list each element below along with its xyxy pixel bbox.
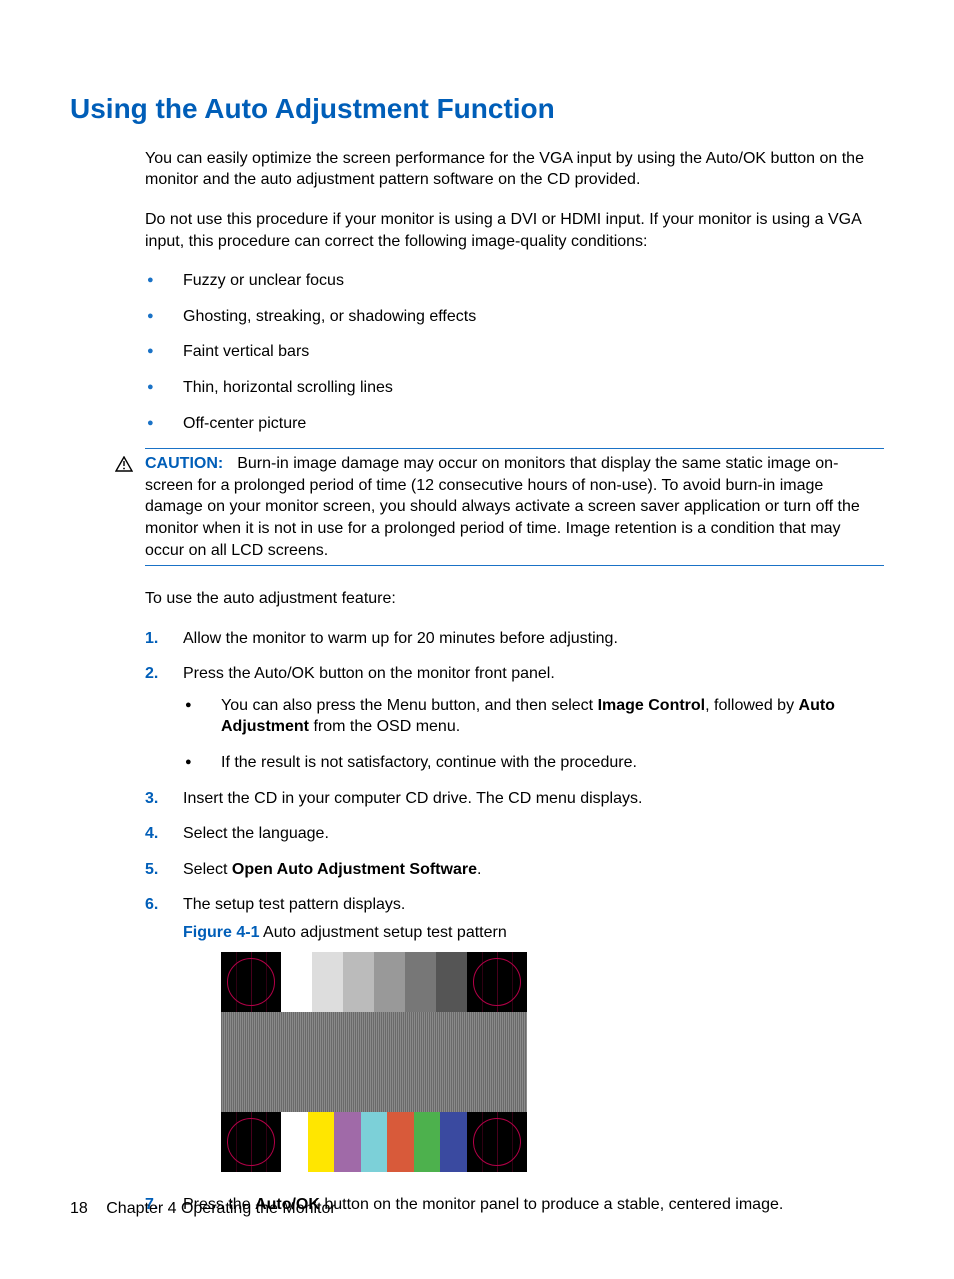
step-item: Select the language. — [145, 823, 884, 845]
step-item: The setup test pattern displays. Figure … — [145, 894, 884, 1171]
conditions-list: Fuzzy or unclear focus Ghosting, streaki… — [145, 270, 884, 434]
feature-intro: To use the auto adjustment feature: — [145, 588, 884, 610]
step-item: Insert the CD in your computer CD drive.… — [145, 788, 884, 810]
step-text: The setup test pattern displays. — [183, 896, 405, 913]
list-item: Fuzzy or unclear focus — [145, 270, 884, 292]
chapter-title: Chapter 4 Operating the Monitor — [106, 1200, 335, 1217]
step-item: Allow the monitor to warm up for 20 minu… — [145, 628, 884, 650]
page-number: 18 — [70, 1200, 88, 1217]
intro-paragraph-1: You can easily optimize the screen perfo… — [145, 148, 884, 191]
list-item: Off-center picture — [145, 413, 884, 435]
list-item: Ghosting, streaking, or shadowing effect… — [145, 306, 884, 328]
step-item: Press the Auto/OK button on the monitor … — [145, 663, 884, 773]
steps-list: Allow the monitor to warm up for 20 minu… — [145, 628, 884, 1216]
list-item: Thin, horizontal scrolling lines — [145, 377, 884, 399]
sub-list: You can also press the Menu button, and … — [183, 695, 884, 774]
test-pattern-image — [221, 952, 527, 1172]
list-item: Faint vertical bars — [145, 341, 884, 363]
intro-paragraph-2: Do not use this procedure if your monito… — [145, 209, 884, 252]
page-footer: 18 Chapter 4 Operating the Monitor — [70, 1198, 336, 1220]
step-item: Select Open Auto Adjustment Software. — [145, 859, 884, 881]
caution-icon — [115, 456, 133, 479]
caution-text: Burn-in image damage may occur on monito… — [145, 455, 860, 558]
caution-block: CAUTION:Burn-in image damage may occur o… — [70, 448, 884, 566]
caution-label: CAUTION: — [145, 455, 223, 472]
step-text: Press the Auto/OK button on the monitor … — [183, 665, 555, 682]
list-item: You can also press the Menu button, and … — [183, 695, 884, 738]
figure-caption: Figure 4-1 Auto adjustment setup test pa… — [183, 922, 884, 944]
list-item: If the result is not satisfactory, conti… — [183, 752, 884, 774]
page-heading: Using the Auto Adjustment Function — [70, 90, 884, 128]
